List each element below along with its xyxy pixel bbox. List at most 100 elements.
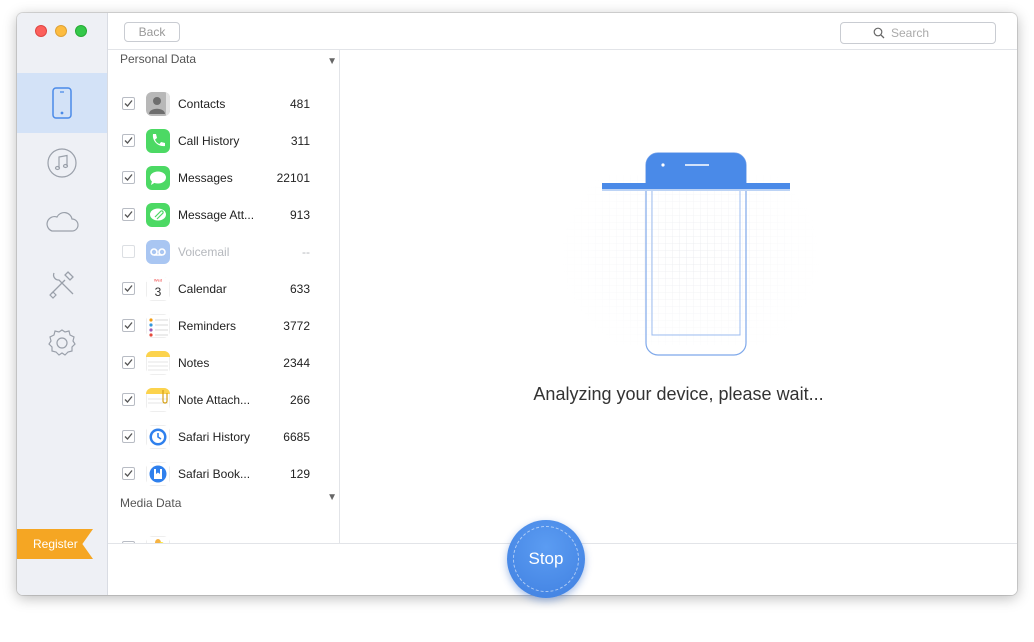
checkmark-icon — [124, 359, 133, 366]
list-item[interactable]: Message Att... 913 — [108, 197, 339, 234]
item-count: 266 — [289, 393, 310, 407]
safari-history-icon — [146, 425, 170, 449]
item-checkbox[interactable] — [122, 430, 135, 443]
settings-icon — [48, 329, 76, 356]
item-checkbox[interactable] — [122, 393, 135, 406]
contacts-icon — [146, 92, 170, 116]
item-label: Messages — [178, 171, 233, 185]
data-category-list[interactable]: Personal Data ▼ Contacts 481 Call History 3… — [108, 50, 340, 543]
list-item[interactable]: Notes 2344 — [108, 345, 339, 382]
item-count: 913 — [289, 208, 310, 222]
item-checkbox[interactable] — [122, 467, 135, 480]
cloud-icon — [46, 211, 79, 232]
item-checkbox[interactable] — [122, 208, 135, 221]
item-label: Calendar — [178, 282, 227, 296]
sidebar-item-music[interactable] — [17, 133, 107, 193]
item-label: Call History — [178, 134, 240, 148]
app-window: Register Back Personal Data ▼ Contacts 48… — [17, 13, 1017, 595]
item-count: 3772 — [283, 319, 310, 333]
media-data-header: Media Data — [120, 496, 182, 510]
item-count: 6685 — [283, 430, 310, 444]
phone-icon — [146, 129, 170, 153]
list-item[interactable]: Call History 311 — [108, 123, 339, 160]
checkmark-icon — [124, 470, 133, 477]
sidebar-item-tools[interactable] — [17, 253, 107, 313]
list-item[interactable]: Photos12195 — [108, 530, 339, 543]
music-icon — [47, 148, 77, 178]
safari-bookmark-icon — [146, 462, 170, 486]
checkmark-icon — [124, 396, 133, 403]
collapse-media-data-icon[interactable]: ▼ — [327, 492, 337, 503]
sidebar: Register — [17, 13, 108, 595]
item-count: 129 — [289, 467, 310, 481]
item-checkbox[interactable] — [122, 134, 135, 147]
item-checkbox[interactable] — [122, 171, 135, 184]
messages-icon — [146, 166, 170, 190]
item-count: 481 — [289, 97, 310, 111]
list-item[interactable]: Messages 22101 — [108, 160, 339, 197]
close-window-button[interactable] — [35, 25, 47, 37]
item-label: Safari Book... — [178, 467, 251, 481]
search-field[interactable] — [840, 22, 996, 44]
checkmark-icon — [124, 100, 133, 107]
item-label: Contacts — [178, 97, 226, 111]
search-input[interactable] — [891, 26, 963, 40]
checkmark-icon — [124, 211, 133, 218]
item-checkbox[interactable] — [122, 356, 135, 369]
list-item[interactable]: Note Attach... 266 — [108, 382, 339, 419]
back-button[interactable]: Back — [124, 22, 180, 42]
collapse-personal-data-icon[interactable]: ▼ — [327, 56, 337, 67]
list-item[interactable]: Voicemail -- — [108, 234, 339, 271]
checkmark-icon — [124, 285, 133, 292]
list-item[interactable]: Wed 3 Calendar 633 — [108, 271, 339, 308]
checkmark-icon — [124, 174, 133, 181]
list-item[interactable]: Contacts 481 — [108, 86, 339, 123]
item-count: -- — [302, 245, 310, 259]
main-panel: Analyzing your device, please wait... — [340, 50, 1017, 543]
toolbar: Back — [108, 13, 1017, 50]
item-label: Voicemail — [178, 245, 230, 259]
search-icon — [873, 27, 885, 39]
svg-text:3: 3 — [155, 285, 162, 299]
list-item[interactable]: Safari History 6685 — [108, 419, 339, 456]
checkmark-icon — [124, 322, 133, 329]
item-checkbox[interactable] — [122, 319, 135, 332]
item-count: 2344 — [283, 356, 310, 370]
window-controls — [35, 25, 87, 37]
photos-icon — [146, 536, 170, 543]
item-label: Note Attach... — [178, 393, 251, 407]
list-item[interactable]: Safari Book... 129 — [108, 456, 339, 493]
stop-button[interactable]: Stop — [507, 520, 585, 598]
device-icon — [52, 87, 72, 119]
item-count: 633 — [289, 282, 310, 296]
list-item[interactable]: Reminders 3772 — [108, 308, 339, 345]
checkmark-icon — [124, 137, 133, 144]
personal-data-header: Personal Data — [120, 52, 197, 66]
item-label: Safari History — [178, 430, 251, 444]
analyzing-status-text: Analyzing your device, please wait... — [533, 384, 824, 404]
voicemail-icon — [146, 240, 170, 264]
phone-scan-illustration — [560, 152, 820, 356]
notes-icon — [146, 351, 170, 375]
sidebar-item-settings[interactable] — [17, 313, 107, 373]
item-count: 311 — [290, 134, 310, 148]
checkmark-icon — [124, 433, 133, 440]
item-checkbox[interactable] — [122, 282, 135, 295]
item-count: 22101 — [276, 171, 310, 185]
minimize-window-button[interactable] — [55, 25, 67, 37]
reminders-icon — [146, 314, 170, 338]
item-checkbox[interactable] — [122, 97, 135, 110]
zoom-window-button[interactable] — [75, 25, 87, 37]
tools-icon — [49, 271, 74, 299]
item-checkbox — [122, 245, 135, 258]
message-attachment-icon — [146, 203, 170, 227]
note-attachment-icon — [146, 388, 170, 412]
item-label: Reminders — [178, 319, 237, 333]
sidebar-item-device[interactable] — [17, 73, 107, 133]
sidebar-item-cloud[interactable] — [17, 193, 107, 253]
item-label: Message Att... — [178, 208, 255, 222]
register-button[interactable]: Register — [17, 529, 93, 559]
svg-text:Wed: Wed — [154, 278, 162, 283]
calendar-icon: Wed 3 — [146, 277, 170, 301]
item-label: Notes — [178, 356, 210, 370]
